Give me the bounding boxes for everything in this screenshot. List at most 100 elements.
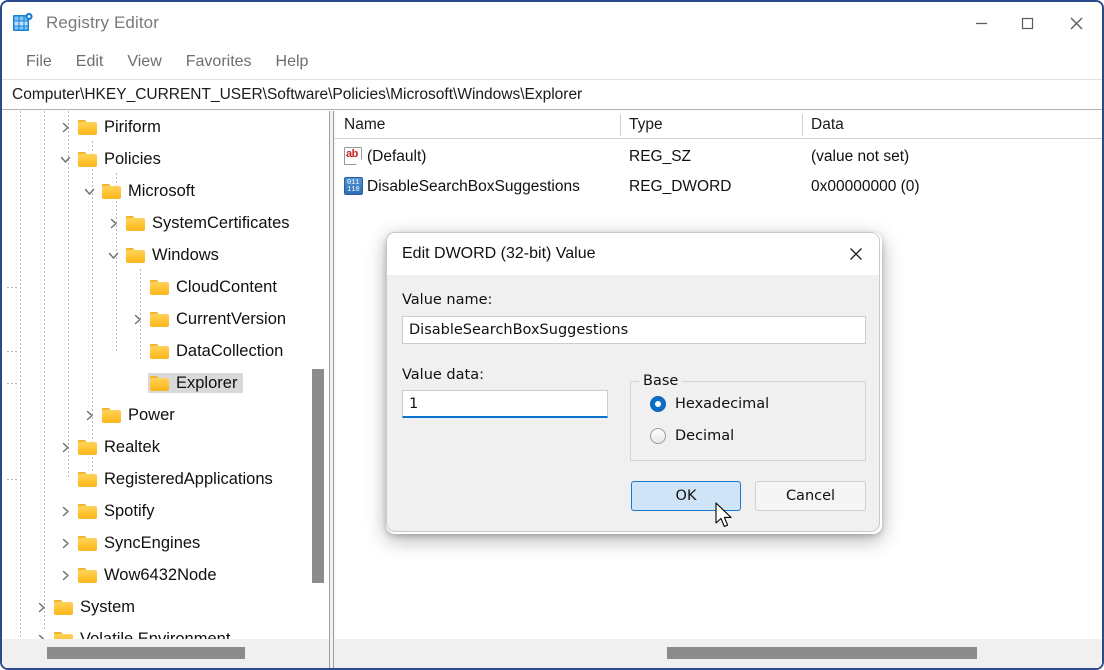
maximize-button[interactable] [1004, 2, 1050, 44]
cancel-button[interactable]: Cancel [755, 481, 866, 511]
tree-node-cloudcontent[interactable]: CloudContent [2, 271, 308, 303]
folder-icon [150, 279, 170, 295]
tree-node-syncengines[interactable]: SyncEngines [2, 527, 308, 559]
tree-vertical-scroll-thumb[interactable] [312, 369, 324, 583]
tree-node-content[interactable]: Piriform [76, 117, 167, 138]
radio-decimal-label: Decimal [675, 428, 734, 444]
values-column-header: Name Type Data [335, 111, 1102, 139]
value-data-input[interactable]: 1 [402, 390, 608, 418]
chevron-right-icon[interactable] [30, 591, 52, 623]
chevron-down-icon[interactable] [102, 239, 124, 271]
tree-node-content[interactable]: Explorer [148, 373, 243, 394]
tree-node-volatile-environment[interactable]: Volatile Environment [2, 623, 308, 639]
value-name-cell: (Default) [367, 148, 426, 166]
menu-item-view[interactable]: View [115, 50, 173, 74]
value-name-input[interactable]: DisableSearchBoxSuggestions [402, 316, 866, 344]
ok-button[interactable]: OK [631, 481, 741, 511]
tree-node-registeredapplications[interactable]: RegisteredApplications [2, 463, 308, 495]
chevron-right-icon[interactable] [54, 111, 76, 143]
chevron-right-icon[interactable] [102, 207, 124, 239]
folder-icon [102, 183, 122, 199]
tree-node-realtek[interactable]: Realtek [2, 431, 308, 463]
radio-hexadecimal-icon[interactable] [650, 396, 666, 412]
tree-node-explorer[interactable]: Explorer [2, 367, 308, 399]
menu-item-file[interactable]: File [14, 50, 64, 74]
chevron-right-icon[interactable] [54, 527, 76, 559]
column-header-name[interactable]: Name [335, 111, 385, 138]
values-horizontal-scrollbar[interactable] [335, 639, 1102, 668]
chevron-right-icon[interactable] [54, 495, 76, 527]
registry-tree[interactable]: Piriform Policies Microsoft SystemCertifica… [2, 111, 308, 639]
menu-item-favorites[interactable]: Favorites [174, 50, 264, 74]
tree-node-power[interactable]: Power [2, 399, 308, 431]
tree-node-content[interactable]: RegisteredApplications [76, 469, 279, 490]
folder-icon [78, 567, 98, 583]
chevron-down-icon[interactable] [78, 175, 100, 207]
address-bar[interactable]: Computer\HKEY_CURRENT_USER\Software\Poli… [2, 80, 1102, 110]
folder-icon [150, 375, 170, 391]
tree-vertical-scrollbar[interactable] [308, 111, 328, 639]
tree-node-content[interactable]: Spotify [76, 501, 160, 522]
tree-leaf-spacer [126, 335, 148, 367]
tree-node-list: Piriform Policies Microsoft SystemCertifica… [2, 111, 308, 639]
tree-node-label: RegisteredApplications [104, 471, 273, 488]
chevron-right-icon[interactable] [54, 559, 76, 591]
chevron-right-icon[interactable] [126, 303, 148, 335]
tree-node-content[interactable]: Volatile Environment [52, 629, 236, 639]
value-type-cell: REG_DWORD [629, 178, 731, 196]
tree-node-microsoft[interactable]: Microsoft [2, 175, 308, 207]
chevron-right-icon[interactable] [30, 623, 52, 639]
radio-decimal[interactable]: Decimal [650, 428, 734, 444]
column-header-type[interactable]: Type [620, 111, 663, 138]
values-horizontal-scroll-thumb[interactable] [667, 647, 977, 659]
tree-node-content[interactable]: Realtek [76, 437, 166, 458]
tree-node-policies[interactable]: Policies [2, 143, 308, 175]
tree-node-piriform[interactable]: Piriform [2, 111, 308, 143]
tree-node-content[interactable]: Policies [76, 149, 167, 170]
tree-node-label: CloudContent [176, 279, 277, 296]
tree-node-content[interactable]: SyncEngines [76, 533, 206, 554]
radio-decimal-icon[interactable] [650, 428, 666, 444]
radio-hexadecimal-label: Hexadecimal [675, 396, 769, 412]
tree-node-content[interactable]: System [52, 597, 141, 618]
tree-node-label: Policies [104, 151, 161, 168]
tree-node-windows[interactable]: Windows [2, 239, 308, 271]
tree-node-content[interactable]: Windows [124, 245, 225, 266]
tree-node-spotify[interactable]: Spotify [2, 495, 308, 527]
tree-node-content[interactable]: SystemCertificates [124, 213, 296, 234]
folder-icon [78, 503, 98, 519]
tree-node-wow6432node[interactable]: Wow6432Node [2, 559, 308, 591]
tree-node-system[interactable]: System [2, 591, 308, 623]
tree-node-systemcertificates[interactable]: SystemCertificates [2, 207, 308, 239]
chevron-right-icon[interactable] [78, 399, 100, 431]
dialog-close-icon[interactable] [833, 233, 879, 275]
tree-horizontal-scroll-thumb[interactable] [47, 647, 245, 659]
base-group-box [630, 381, 866, 461]
tree-node-content[interactable]: Wow6432Node [76, 565, 223, 586]
dword-value-icon: 011110 [344, 177, 363, 195]
column-header-data[interactable]: Data [802, 111, 844, 138]
tree-node-content[interactable]: Power [100, 405, 181, 426]
tree-node-currentversion[interactable]: CurrentVersion [2, 303, 308, 335]
close-button[interactable] [1050, 2, 1102, 44]
menu-item-edit[interactable]: Edit [64, 50, 116, 74]
tree-node-content[interactable]: CloudContent [148, 277, 283, 298]
minimize-button[interactable] [958, 2, 1004, 44]
table-row[interactable]: 011110 DisableSearchBoxSuggestions REG_D… [335, 172, 1102, 202]
radio-hexadecimal[interactable]: Hexadecimal [650, 396, 769, 412]
folder-icon [54, 631, 74, 639]
chevron-down-icon[interactable] [54, 143, 76, 175]
tree-node-datacollection[interactable]: DataCollection [2, 335, 308, 367]
pane-splitter[interactable] [329, 111, 334, 668]
tree-node-content[interactable]: DataCollection [148, 341, 289, 362]
value-type-cell: REG_SZ [629, 148, 691, 166]
tree-node-label: Realtek [104, 439, 160, 456]
tree-horizontal-scrollbar[interactable] [2, 639, 329, 668]
tree-node-content[interactable]: CurrentVersion [148, 309, 292, 330]
menu-item-help[interactable]: Help [264, 50, 321, 74]
tree-node-label: Piriform [104, 119, 161, 136]
chevron-right-icon[interactable] [54, 431, 76, 463]
table-row[interactable]: ab (Default) REG_SZ (value not set) [335, 142, 1102, 172]
tree-node-content[interactable]: Microsoft [100, 181, 201, 202]
registry-editor-icon [12, 12, 34, 34]
